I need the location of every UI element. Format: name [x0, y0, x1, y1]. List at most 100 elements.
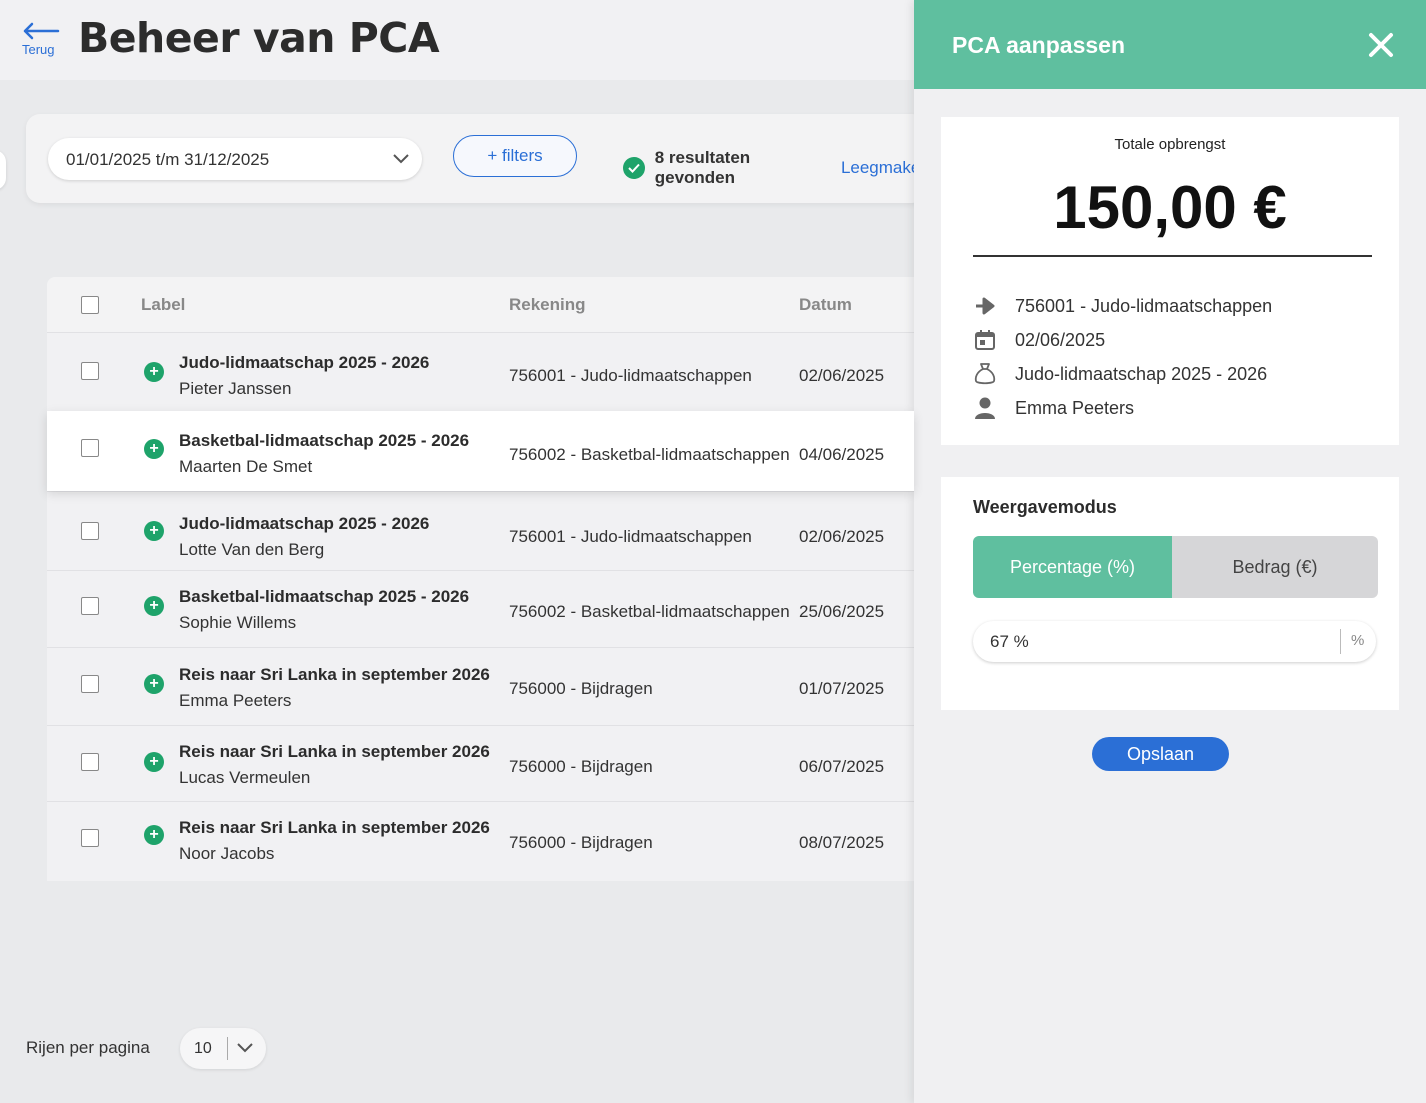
detail-account-text: 756001 - Judo-lidmaatschappen — [1015, 295, 1273, 316]
display-mode-card: Weergavemodus Percentage (%) Bedrag (€) … — [941, 477, 1399, 710]
detail-date-text: 02/06/2025 — [1015, 329, 1106, 350]
percentage-value: 67 % — [990, 632, 1029, 651]
row-date: 01/07/2025 — [799, 679, 885, 698]
table-header: Label Rekening Datum — [47, 277, 914, 332]
close-icon — [1369, 33, 1393, 57]
back-label: Terug — [22, 42, 55, 57]
row-title: Reis naar Sri Lanka in september 2026 — [179, 818, 490, 837]
row-date: 08/07/2025 — [799, 833, 885, 852]
row-checkbox[interactable] — [81, 829, 99, 847]
row-account: 756000 - Bijdragen — [509, 757, 653, 776]
row-title: Reis naar Sri Lanka in september 2026 — [179, 742, 490, 761]
row-checkbox[interactable] — [81, 753, 99, 771]
table-row[interactable]: + Basketbal-lidmaatschap 2025 - 2026 Maa… — [47, 411, 914, 491]
person-icon — [973, 396, 997, 420]
panel-header: PCA aanpassen — [914, 0, 1426, 89]
row-account: 756000 - Bijdragen — [509, 679, 653, 698]
mode-percentage-button[interactable]: Percentage (%) — [973, 536, 1172, 598]
chevron-down-icon — [237, 1043, 253, 1053]
row-date: 25/06/2025 — [799, 602, 885, 621]
row-account: 756002 - Basketbal-lidmaatschappen — [509, 445, 790, 464]
column-header-date[interactable]: Datum — [799, 295, 852, 315]
detail-person-text: Emma Peeters — [1015, 397, 1135, 418]
arrow-left-icon — [23, 22, 60, 40]
page-title: Beheer van PCA — [78, 14, 440, 62]
row-account: 756002 - Basketbal-lidmaatschappen — [509, 602, 790, 621]
save-button[interactable]: Opslaan — [1092, 737, 1229, 771]
row-checkbox[interactable] — [81, 675, 99, 693]
row-person: Pieter Janssen — [179, 379, 292, 398]
check-circle-icon — [623, 157, 645, 179]
row-checkbox[interactable] — [81, 362, 99, 380]
select-divider — [227, 1037, 228, 1060]
display-mode-label: Weergavemodus — [973, 497, 1117, 517]
row-title: Basketbal-lidmaatschap 2025 - 2026 — [179, 431, 470, 450]
display-mode-toggle: Percentage (%) Bedrag (€) — [973, 536, 1378, 598]
column-header-label[interactable]: Label — [141, 295, 185, 315]
divider — [973, 255, 1372, 257]
table-row[interactable]: + Reis naar Sri Lanka in september 2026 … — [47, 725, 914, 801]
total-value: 150,00 € — [1053, 174, 1287, 241]
filter-bar: 01/01/2025 t/m 31/12/2025 + filters 8 re… — [26, 114, 926, 203]
edit-pca-panel: PCA aanpassen Totale opbrengst 150,00 € … — [914, 0, 1426, 1103]
table-row[interactable]: + Reis naar Sri Lanka in september 2026 … — [47, 801, 914, 881]
row-account: 756000 - Bijdragen — [509, 833, 653, 852]
side-collapse-handle[interactable] — [0, 150, 6, 190]
plus-circle-icon: + — [144, 521, 164, 541]
plus-circle-icon: + — [144, 362, 164, 382]
row-checkbox[interactable] — [81, 439, 99, 457]
summary-card: Totale opbrengst 150,00 € 756001 - Judo-… — [941, 117, 1399, 445]
row-person: Lucas Vermeulen — [179, 768, 311, 787]
table-row[interactable]: + Basketbal-lidmaatschap 2025 - 2026 Sop… — [47, 570, 914, 647]
row-person: Emma Peeters — [179, 691, 292, 710]
back-button[interactable]: Terug — [20, 18, 62, 58]
date-range-select[interactable]: 01/01/2025 t/m 31/12/2025 — [48, 138, 422, 180]
row-date: 04/06/2025 — [799, 445, 885, 464]
percentage-input[interactable]: 67 % % — [973, 621, 1376, 662]
mode-amount-button[interactable]: Bedrag (€) — [1172, 536, 1378, 598]
rows-per-page-label: Rijen per pagina — [26, 1038, 150, 1057]
chevron-down-icon — [393, 154, 409, 164]
table-row[interactable]: + Reis naar Sri Lanka in september 2026 … — [47, 647, 914, 725]
add-filters-button[interactable]: + filters — [453, 135, 577, 177]
calendar-icon — [973, 328, 997, 352]
input-divider — [1340, 629, 1341, 654]
row-title: Basketbal-lidmaatschap 2025 - 2026 — [179, 587, 470, 606]
detail-person: Emma Peeters — [973, 396, 1134, 420]
panel-title: PCA aanpassen — [952, 32, 1125, 58]
rows-per-page-value: 10 — [194, 1040, 212, 1057]
select-all-checkbox[interactable] — [81, 296, 99, 314]
detail-date: 02/06/2025 — [973, 328, 1105, 352]
row-title: Judo-lidmaatschap 2025 - 2026 — [179, 514, 430, 533]
close-panel-button[interactable] — [1364, 28, 1398, 62]
plus-circle-icon: + — [144, 825, 164, 845]
percentage-unit: % — [1351, 632, 1365, 649]
money-bag-icon — [973, 362, 997, 386]
row-date: 02/06/2025 — [799, 366, 885, 385]
row-person: Sophie Willems — [179, 613, 297, 632]
detail-label: Judo-lidmaatschap 2025 - 2026 — [973, 362, 1267, 386]
detail-label-text: Judo-lidmaatschap 2025 - 2026 — [1015, 363, 1268, 384]
table-row[interactable]: + Judo-lidmaatschap 2025 - 2026 Lotte Va… — [47, 491, 914, 570]
row-person: Maarten De Smet — [179, 457, 313, 476]
row-checkbox[interactable] — [81, 597, 99, 615]
row-account: 756001 - Judo-lidmaatschappen — [509, 366, 752, 385]
results-summary: 8 resultaten gevonden Leegmaker — [623, 148, 926, 188]
results-count: 8 resultaten gevonden — [654, 148, 751, 187]
row-person: Lotte Van den Berg — [179, 540, 325, 559]
row-title: Reis naar Sri Lanka in september 2026 — [179, 665, 490, 684]
pca-table: Label Rekening Datum + Judo-lidmaatschap… — [47, 277, 914, 881]
row-account: 756001 - Judo-lidmaatschappen — [509, 527, 752, 546]
rows-per-page-select[interactable]: 10 — [180, 1028, 266, 1069]
plus-circle-icon: + — [144, 439, 164, 459]
row-title: Judo-lidmaatschap 2025 - 2026 — [179, 353, 430, 372]
table-row[interactable]: + Judo-lidmaatschap 2025 - 2026 Pieter J… — [47, 332, 914, 411]
page-header: Terug Beheer van PCA — [0, 0, 914, 80]
column-header-account[interactable]: Rekening — [509, 295, 586, 315]
row-date: 02/06/2025 — [799, 527, 885, 546]
date-range-value: 01/01/2025 t/m 31/12/2025 — [66, 150, 270, 169]
row-checkbox[interactable] — [81, 522, 99, 540]
plus-circle-icon: + — [144, 596, 164, 616]
plus-circle-icon: + — [144, 674, 164, 694]
row-person: Noor Jacobs — [179, 844, 275, 863]
